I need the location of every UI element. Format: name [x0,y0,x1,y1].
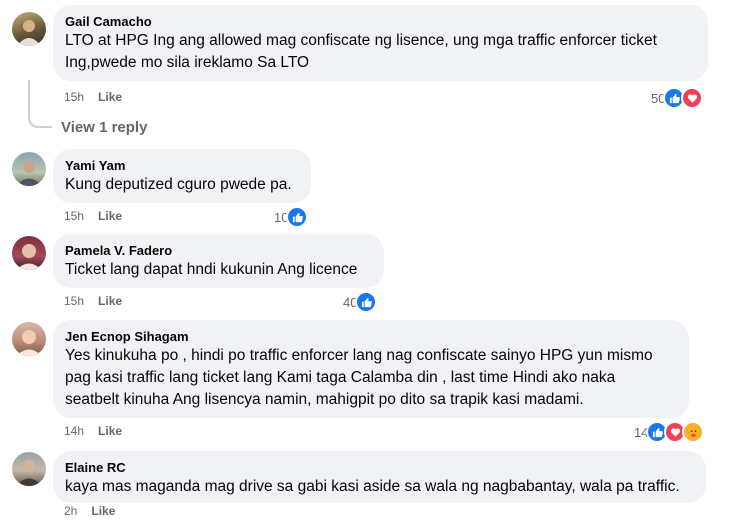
comment-bubble: Elaine RC kaya mas maganda mag drive sa … [53,451,706,503]
comment-bubble: Jen Ecnop Sihagam Yes kinukuha po , hind… [53,320,689,418]
avatar-photo-icon [16,460,42,486]
avatar-photo-icon [17,20,41,46]
like-button[interactable]: Like [98,424,122,438]
comment-text-line: Kung deputized cguro pwede pa. [65,176,292,193]
view-replies-link[interactable]: View 1 reply [61,119,147,136]
avatar[interactable] [12,452,46,486]
avatar[interactable] [12,236,46,270]
like-button[interactable]: Like [98,294,122,308]
like-icon [286,206,309,228]
avatar[interactable] [12,12,46,46]
avatar-photo-icon [16,330,42,356]
comment-bubble: Yami Yam Kung deputized cguro pwede pa. [53,149,311,203]
love-icon [681,87,704,109]
timestamp[interactable]: 15h [64,209,84,223]
comment-meta: 15h Like [64,294,122,308]
comment-meta: 2h Like [64,504,115,518]
care-icon [682,421,705,443]
like-button[interactable]: Like [98,209,122,223]
reaction-summary[interactable]: 40 [343,291,378,313]
like-button[interactable]: Like [91,504,115,518]
comment-text-line: Ing,pwede mo sila ireklamo Sa LTO [65,54,310,71]
like-button[interactable]: Like [98,90,122,104]
comment-text-line: Yes kinukuha po , hindi po traffic enfor… [65,347,653,364]
timestamp[interactable]: 15h [64,90,84,104]
timestamp[interactable]: 2h [64,504,77,518]
comment-meta: 14h Like [64,424,122,438]
reply-thread-line [28,80,52,128]
comment-text-line: pag kasi traffic lang ticket lang Kami t… [65,369,616,386]
timestamp[interactable]: 15h [64,294,84,308]
avatar-photo-icon [16,244,42,270]
comment-text-line: LTO at HPG Ing ang allowed mag confiscat… [65,32,657,49]
comment-meta: 15h Like [64,209,122,223]
author-name[interactable]: Elaine RC [65,459,694,476]
comment-bubble: Gail Camacho LTO at HPG Ing ang allowed … [53,5,708,81]
comment-bubble: Pamela V. Fadero Ticket lang dapat hndi … [53,234,384,288]
avatar[interactable] [12,322,46,356]
author-name[interactable]: Jen Ecnop Sihagam [65,328,677,345]
timestamp[interactable]: 14h [64,424,84,438]
comment-text-line: kaya mas maganda mag drive sa gabi kasi … [65,478,680,495]
like-icon [355,291,378,313]
avatar-photo-icon [16,161,42,186]
reaction-summary[interactable]: 50 [651,87,704,109]
author-name[interactable]: Pamela V. Fadero [65,242,372,259]
reaction-summary[interactable]: 14 [634,421,705,443]
author-name[interactable]: Yami Yam [65,157,299,174]
avatar[interactable] [12,152,46,186]
author-name[interactable]: Gail Camacho [65,13,696,30]
comment-text-line: Ticket lang dapat hndi kukunin Ang licen… [65,261,358,278]
comment-meta: 15h Like [64,90,122,104]
comment-text-line: seatbelt kinuha Ang lisencya namin, mahi… [65,391,584,408]
reaction-summary[interactable]: 10 [274,206,309,228]
